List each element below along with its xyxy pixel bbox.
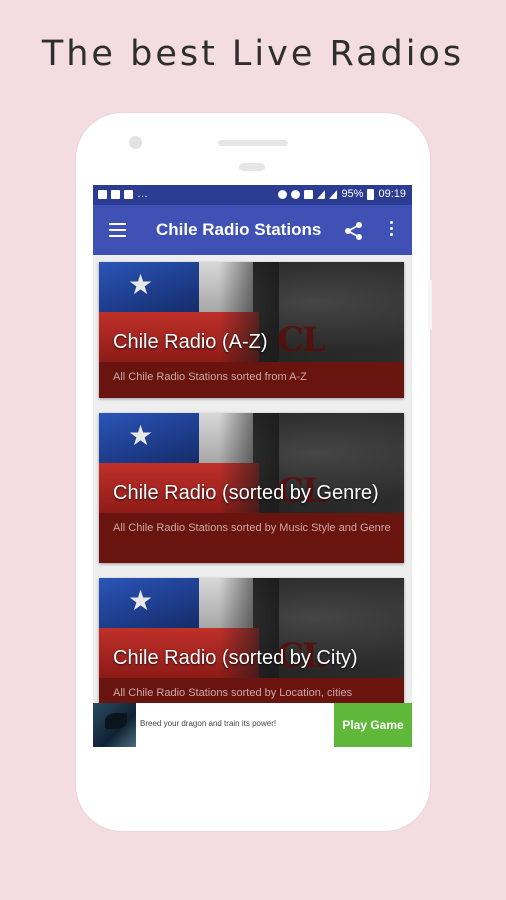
status-time: 09:19 xyxy=(378,188,406,200)
mute-icon xyxy=(304,189,314,199)
wifi-icon xyxy=(317,189,326,199)
ad-thumbnail xyxy=(93,703,136,747)
notification-icon xyxy=(98,189,107,199)
star-icon: ★ xyxy=(128,585,154,616)
card-description: All Chile Radio Stations sorted by Locat… xyxy=(113,687,353,699)
star-icon: ★ xyxy=(128,420,154,451)
card-title: Chile Radio (sorted by City) xyxy=(113,647,358,669)
app-bar: Chile Radio Stations xyxy=(93,205,412,255)
gallery-icon xyxy=(124,189,133,199)
image-watermark: CL xyxy=(277,320,326,360)
earpiece-speaker xyxy=(218,140,288,146)
category-card-city[interactable]: ★ CL Chile Radio (sorted by City) All Ch… xyxy=(99,578,404,714)
download-icon xyxy=(111,189,120,199)
battery-icon xyxy=(367,188,375,200)
menu-icon[interactable] xyxy=(109,223,126,237)
share-icon[interactable] xyxy=(344,221,364,241)
proximity-sensor xyxy=(239,163,265,171)
sync-icon xyxy=(278,189,288,199)
status-bar: … 95% 09:19 xyxy=(93,185,412,205)
card-title: Chile Radio (A-Z) xyxy=(113,331,268,353)
more-vert-icon[interactable] xyxy=(387,221,395,241)
ad-text: Breed your dragon and train its power! xyxy=(140,719,277,728)
category-card-az[interactable]: ★ CL Chile Radio (A-Z) All Chile Radio S… xyxy=(99,262,404,398)
bluetooth-icon xyxy=(291,189,301,199)
battery-percent: 95% xyxy=(341,188,364,200)
promo-headline: The best Live Radios xyxy=(41,34,465,74)
phone-side-button xyxy=(428,280,432,330)
phone-screen: … 95% 09:19 Chile Radio Stations ★ CL Ch… xyxy=(93,185,412,747)
category-card-genre[interactable]: ★ CL Chile Radio (sorted by Genre) All C… xyxy=(99,413,404,563)
more-notifications-icon: … xyxy=(137,188,148,200)
card-description: All Chile Radio Stations sorted by Music… xyxy=(113,522,391,534)
app-title: Chile Radio Stations xyxy=(156,220,322,239)
ad-banner[interactable]: Breed your dragon and train its power! P… xyxy=(93,703,412,747)
play-game-button[interactable]: Play Game xyxy=(334,703,412,747)
signal-icon xyxy=(329,189,338,199)
front-camera xyxy=(129,136,142,149)
card-description: All Chile Radio Stations sorted from A-Z xyxy=(113,371,307,383)
card-title: Chile Radio (sorted by Genre) xyxy=(113,482,379,504)
star-icon: ★ xyxy=(128,269,154,300)
